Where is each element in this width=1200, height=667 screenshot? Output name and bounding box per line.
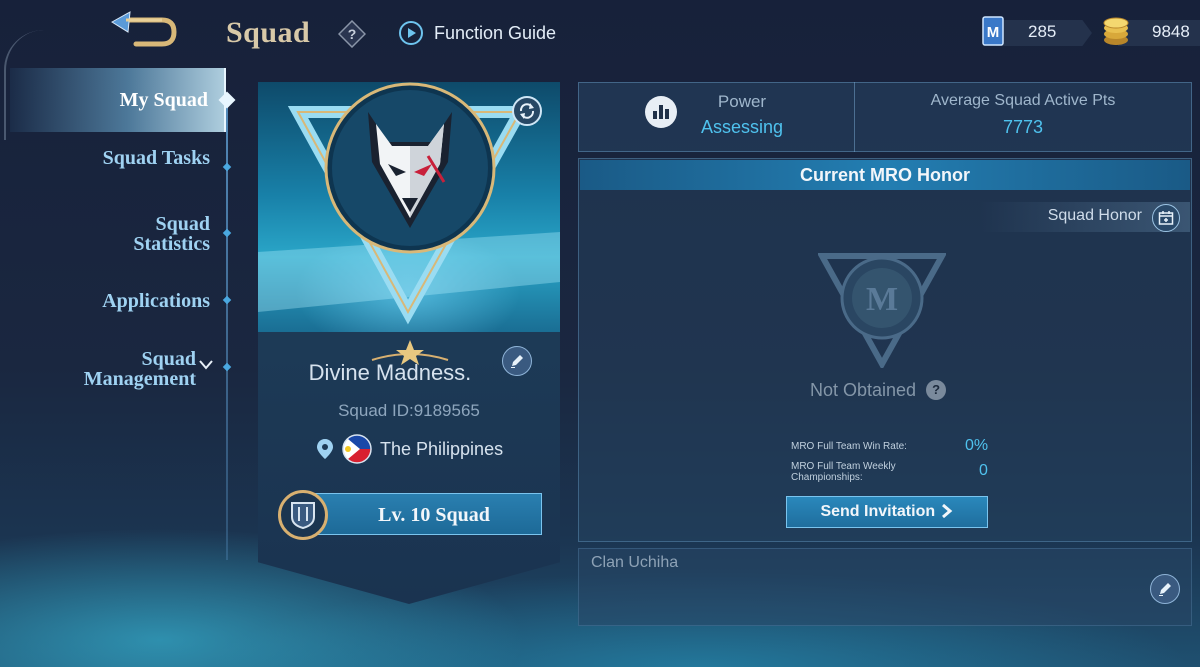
sidebar-item-label: Squad Statistics [133,213,210,255]
gold-coin-icon [1103,17,1129,45]
stats-divider [854,82,855,152]
mro-emblem-icon: M [818,253,946,368]
function-guide-button[interactable]: Function Guide [398,18,556,48]
squad-level-badge-icon [291,502,315,529]
ticket-icon: M [982,16,1004,46]
gold-currency[interactable]: 9848 [1102,17,1200,46]
mro-honor-title: Current MRO Honor [800,165,970,185]
help-button[interactable]: ? [337,19,367,49]
honor-help-icon[interactable]: ? [926,380,947,400]
nav-dot [222,162,232,172]
help-icon: ? [337,19,367,49]
send-invitation-button[interactable]: Send Invitation [786,496,988,528]
edit-icon [1159,583,1171,596]
refresh-icon [519,103,535,119]
honor-status-text: Not Obtained [810,379,917,400]
sidebar-item-label: Applications [102,290,210,312]
play-icon [399,21,423,45]
average-active-pts-value: 7773 [1002,117,1044,137]
nav-dot [222,228,232,238]
squad-name: Divine Madness. [308,360,472,385]
squad-honor-icon [1158,211,1174,225]
ticket-currency[interactable]: M 285 [982,16,1092,46]
mro-win-rate-label: MRO Full Team Win Rate: [791,441,907,452]
squad-level-label: Lv. 10 Squad [378,504,490,526]
sidebar-item-label: My Squad [119,89,208,111]
send-invitation-label: Send Invitation [787,503,987,521]
refresh-button[interactable] [512,96,542,126]
edit-icon [511,355,523,368]
wolf-logo [368,112,452,228]
squad-level-badge [278,490,328,540]
location-pin-icon [317,439,333,459]
mro-weekly-label: MRO Full Team Weekly Championships: [791,461,896,483]
sidebar-item-applications[interactable]: Applications [70,291,210,311]
back-arrow-icon [111,11,177,47]
power-value: Assessing [700,117,784,137]
gold-count: 9848 [1152,22,1190,41]
page-title: Squad [226,16,311,49]
sidebar-item-my-squad[interactable]: My Squad [10,68,226,132]
chevron-down-icon[interactable] [199,360,213,370]
sidebar-item-label: Squad Tasks [102,147,210,169]
back-button[interactable] [106,10,180,50]
country-name: The Philippines [380,438,504,459]
mro-honor-header: Current MRO Honor [580,160,1190,190]
function-guide-label: Function Guide [434,22,557,43]
mro-win-rate-value: 0% [965,437,989,454]
average-active-pts-label: Average Squad Active Pts [930,92,1116,109]
sidebar-item-label: Squad Management [83,348,196,390]
sidebar-item-squad-management[interactable]: Squad Management [66,349,196,389]
edit-name-button[interactable] [502,346,532,376]
squad-honor-label: Squad Honor [1047,207,1142,224]
mro-weekly-value: 0 [979,462,988,479]
philippines-flag-icon [342,434,372,464]
nav-dot [222,295,232,305]
squad-id: Squad ID:9189565 [338,401,480,420]
power-chart-icon [645,96,677,128]
edit-description-button[interactable] [1150,574,1180,604]
power-label: Power [717,92,767,111]
squad-country: The Philippines [316,434,503,464]
chevron-right-icon [941,503,952,519]
sidebar-item-squad-statistics[interactable]: Squad Statistics [90,214,210,254]
svg-text:?: ? [348,26,357,42]
squad-honor-button[interactable] [1152,204,1180,232]
squad-level-button[interactable]: Lv. 10 Squad [296,493,542,535]
squad-description: Clan Uchiha [591,554,679,571]
svg-text:M: M [866,281,898,318]
honor-status: Not Obtained ? [810,379,947,400]
ticket-count: 285 [1028,22,1057,41]
nav-dot [222,362,232,372]
svg-text:M: M [987,24,1000,41]
sidebar-item-squad-tasks[interactable]: Squad Tasks [100,148,210,168]
